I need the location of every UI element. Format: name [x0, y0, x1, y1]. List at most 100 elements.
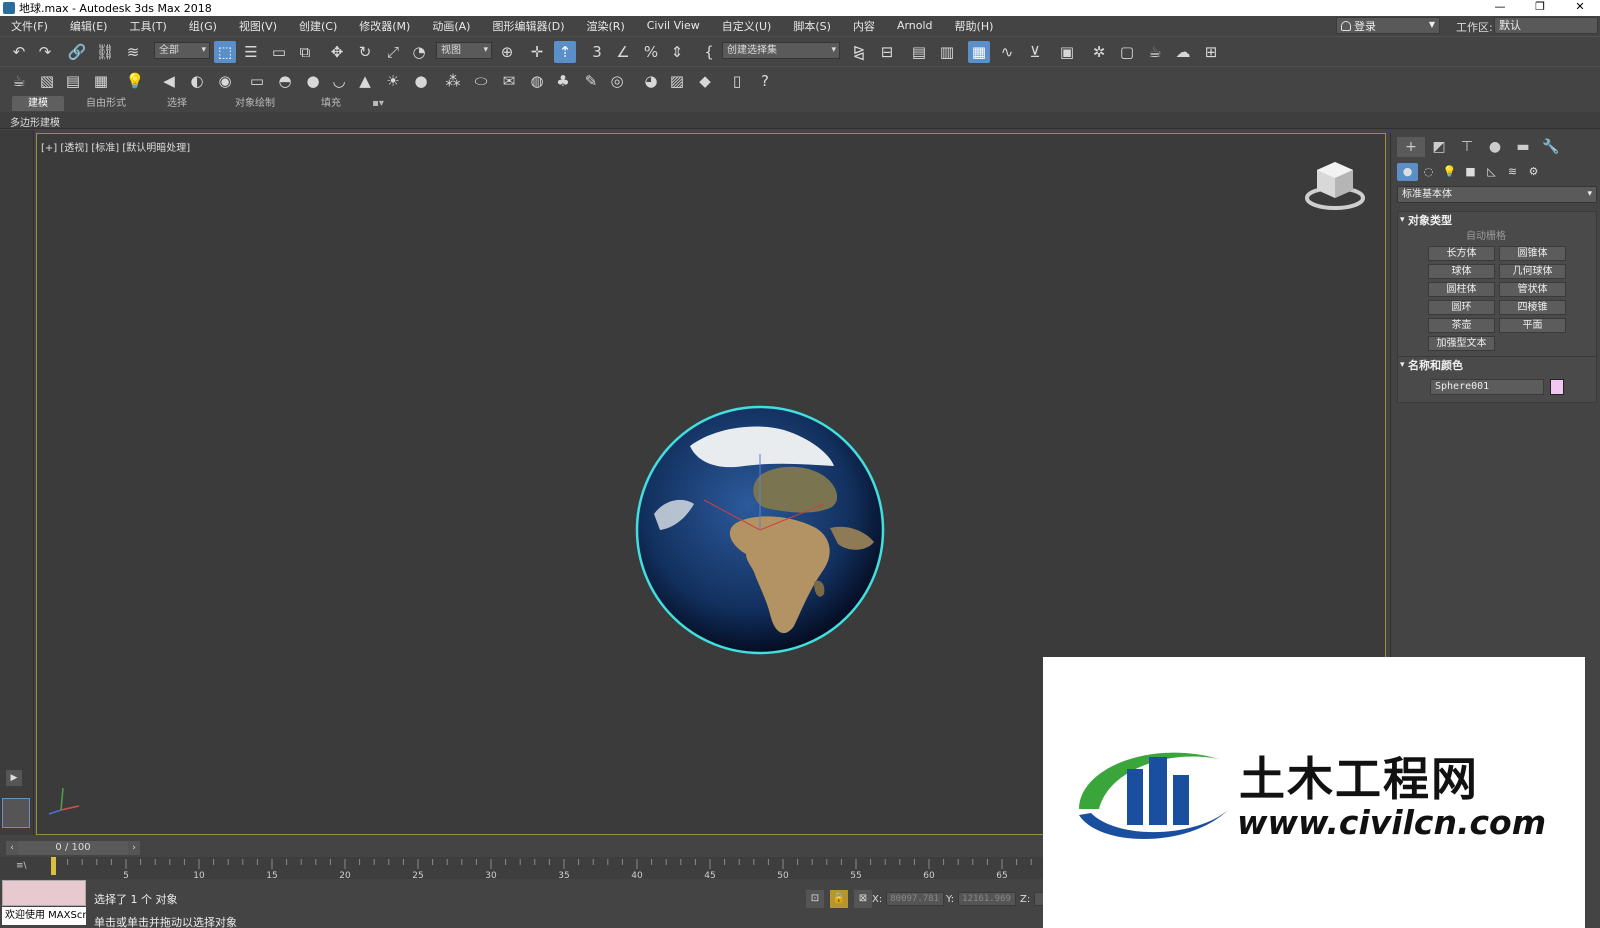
sphere-button[interactable]: 球体 [1428, 264, 1495, 279]
panel-icon[interactable]: ▤ [62, 70, 84, 92]
snaps-toggle-icon[interactable]: 3 [586, 41, 608, 63]
ribbon-toggle-icon[interactable]: ▦ [968, 41, 990, 63]
autogrid-checkbox[interactable]: 自动栅格 [1398, 229, 1596, 244]
viewcube-icon[interactable] [1303, 158, 1367, 214]
restore-button[interactable]: ❐ [1520, 0, 1560, 16]
cameras-icon[interactable]: ■ [1460, 163, 1481, 181]
ribbon-tab-populate[interactable]: 填充 [306, 96, 356, 111]
bowl-icon[interactable]: ◡ [328, 70, 350, 92]
utilities-tab-icon[interactable]: 🔧 [1537, 137, 1565, 157]
spacewarps-icon[interactable]: ≋ [1502, 163, 1523, 181]
rect-select-region-icon[interactable]: ▭ [268, 41, 290, 63]
next-frame-icon[interactable]: › [128, 841, 140, 855]
pyramid-button[interactable]: 四棱锥 [1499, 300, 1566, 315]
tube-button[interactable]: 管状体 [1499, 282, 1566, 297]
edit-named-selection-icon[interactable]: { [698, 41, 720, 63]
film-icon[interactable]: ◉ [214, 70, 236, 92]
ribbon-tab-modeling[interactable]: 建模 [12, 96, 64, 111]
hierarchy-tab-icon[interactable]: ⊤ [1453, 137, 1481, 157]
rotate-icon[interactable]: ↻ [354, 41, 376, 63]
undo-icon[interactable]: ↶ [8, 41, 30, 63]
select-by-name-icon[interactable]: ☰ [240, 41, 262, 63]
maxscript-listener[interactable] [2, 880, 86, 906]
envelope-icon[interactable]: ✉ [498, 70, 520, 92]
shell-icon[interactable]: ◎ [606, 70, 628, 92]
menu-arnold[interactable]: Arnold [886, 19, 944, 32]
reference-coord-dropdown[interactable]: 视图 [436, 42, 492, 59]
viewport-label[interactable]: [+] [透视] [标准] [默认明暗处理] [41, 139, 190, 154]
track-bar[interactable]: ≡\ 5 10 15 20 25 30 35 40 45 50 55 60 65 [0, 857, 1045, 879]
material-editor-icon[interactable]: ▣ [1056, 41, 1078, 63]
viewport-layout-icon[interactable] [2, 798, 30, 828]
render-cloud-icon[interactable]: ☁ [1172, 41, 1194, 63]
log-icon[interactable]: ▯ [726, 70, 748, 92]
link-icon[interactable]: 🔗 [66, 41, 88, 63]
globe-icon[interactable]: ◍ [526, 70, 548, 92]
maxscript-mini-listener[interactable]: 欢迎使用 MAXScr [2, 907, 86, 925]
arnold-icon[interactable]: ◆ [694, 70, 716, 92]
isolate-selection-icon[interactable]: ⊡ [806, 890, 824, 908]
minimize-button[interactable]: — [1480, 0, 1520, 16]
a360-gallery-icon[interactable]: ⊞ [1200, 41, 1222, 63]
menu-scripting[interactable]: 脚本(S) [782, 18, 842, 34]
time-cursor[interactable] [51, 857, 56, 875]
modify-tab-icon[interactable]: ◩ [1425, 137, 1453, 157]
menu-edit[interactable]: 编辑(E) [59, 18, 119, 34]
object-type-header[interactable]: 对象类型 [1398, 212, 1596, 229]
scale-icon[interactable]: ⤢ [382, 41, 404, 63]
menu-rendering[interactable]: 渲染(R) [576, 18, 636, 34]
timeline-ruler[interactable]: 5 10 15 20 25 30 35 40 45 50 55 60 65 [45, 857, 1045, 879]
x-input[interactable]: 80097.781 [886, 892, 945, 906]
box-primitive-icon[interactable]: ▭ [246, 70, 268, 92]
redo-icon[interactable]: ↷ [34, 41, 56, 63]
box-button[interactable]: 长方体 [1428, 246, 1495, 261]
select-object-icon[interactable]: ⬚ [214, 41, 236, 63]
render-icon[interactable]: ▧ [36, 70, 58, 92]
spinner-snap-icon[interactable]: ⇕ [666, 41, 688, 63]
lights-icon[interactable]: 💡 [1439, 163, 1460, 181]
shapes-icon[interactable]: ◌ [1418, 163, 1439, 181]
selection-lock-icon[interactable]: 🔒 [830, 890, 848, 908]
keyboard-shortcut-override-icon[interactable]: ⇡ [554, 41, 576, 63]
render-production-icon[interactable]: ☕ [1144, 41, 1166, 63]
geometry-category-dropdown[interactable]: 标准基本体 [1397, 186, 1597, 203]
earth-sphere[interactable] [634, 404, 886, 656]
cone-button[interactable]: 圆锥体 [1499, 246, 1566, 261]
ribbon-tab-freeform[interactable]: 自由形式 [76, 96, 136, 111]
selection-filter-dropdown[interactable]: 全部 [154, 42, 210, 59]
menu-help[interactable]: 帮助(H) [944, 18, 1005, 34]
workspace-dropdown[interactable]: 默认 [1494, 17, 1598, 34]
ribbon-tab-selection[interactable]: 选择 [152, 96, 202, 111]
help-icon[interactable]: ? [754, 70, 776, 92]
time-slider[interactable]: ‹ 0 / 100 › [6, 841, 140, 855]
name-color-header[interactable]: 名称和颜色 [1398, 357, 1596, 374]
sound-icon[interactable]: ◐ [186, 70, 208, 92]
prev-frame-icon[interactable]: ‹ [6, 841, 18, 855]
object-color-swatch[interactable] [1550, 379, 1564, 395]
close-button[interactable]: ✕ [1560, 0, 1600, 16]
material-ball-icon[interactable]: ◕ [640, 70, 662, 92]
menu-modifiers[interactable]: 修改器(M) [348, 18, 421, 34]
layer-explorer-icon[interactable]: ▥ [936, 41, 958, 63]
pill-icon[interactable]: ⬭ [470, 70, 492, 92]
menu-view[interactable]: 视图(V) [228, 18, 288, 34]
select-manipulate-icon[interactable]: ✛ [526, 41, 548, 63]
motion-tab-icon[interactable]: ● [1481, 137, 1509, 157]
speaker-icon[interactable]: ◀ [158, 70, 180, 92]
scene-explorer-icon[interactable]: ▤ [908, 41, 930, 63]
image-icon[interactable]: ▨ [666, 70, 688, 92]
frame-indicator[interactable]: 0 / 100 [18, 841, 128, 855]
mirror-icon[interactable]: ⧎ [848, 41, 870, 63]
systems-icon[interactable]: ⚙ [1523, 163, 1544, 181]
absolute-mode-icon[interactable]: ⊠ [854, 890, 872, 908]
unlink-icon[interactable]: ⛓ [94, 41, 116, 63]
menu-civil-view[interactable]: Civil View [636, 19, 711, 32]
light-lister-icon[interactable]: 💡 [124, 70, 146, 92]
render-setup-icon[interactable]: ✲ [1088, 41, 1110, 63]
helpers-icon[interactable]: ◺ [1481, 163, 1502, 181]
geometry-icon[interactable]: ● [1397, 163, 1418, 181]
ribbon-options-icon[interactable]: ▪▾ [366, 96, 390, 111]
menu-group[interactable]: 组(G) [178, 18, 228, 34]
menu-content[interactable]: 内容 [842, 18, 886, 34]
grid-panel-icon[interactable]: ▦ [90, 70, 112, 92]
